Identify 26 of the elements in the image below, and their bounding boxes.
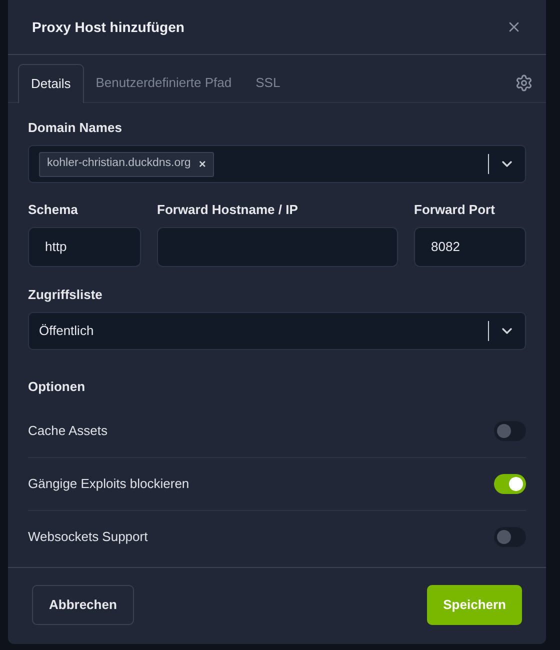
field-label: Schema bbox=[28, 202, 78, 218]
option-label: Cache Assets bbox=[28, 422, 108, 440]
option-label: Websockets Support bbox=[28, 528, 148, 546]
hostname-field[interactable] bbox=[157, 227, 398, 267]
cancel-button[interactable]: Abbrechen bbox=[32, 584, 134, 624]
field-label: Domain Names bbox=[28, 120, 122, 136]
field-label: Forward Hostname / IP bbox=[157, 202, 298, 218]
schema-field[interactable]: http bbox=[28, 227, 141, 267]
port-field[interactable]: 8082 bbox=[414, 227, 526, 267]
option-label: Gängige Exploits blockieren bbox=[28, 474, 190, 493]
field-label: Zugriffsliste bbox=[28, 287, 102, 303]
select-field[interactable]: Öffentlich bbox=[28, 312, 526, 350]
tab[interactable]: Details bbox=[18, 64, 84, 103]
toggle-switch[interactable] bbox=[494, 474, 526, 494]
dialog-title: Proxy Host hinzufügen bbox=[32, 18, 184, 37]
toggle-switch[interactable] bbox=[494, 527, 526, 547]
tab[interactable]: SSL bbox=[244, 63, 292, 102]
tab[interactable]: Benutzerdefinierte Pfad bbox=[84, 63, 244, 102]
remove-tag-button[interactable]: × bbox=[198, 155, 206, 173]
section-heading: Optionen bbox=[28, 378, 86, 396]
select-value: Öffentlich bbox=[39, 322, 94, 340]
field-label: Forward Port bbox=[414, 202, 495, 218]
domain-tag: kohler-christian.duckdns.org × bbox=[39, 152, 214, 176]
toggle-switch[interactable] bbox=[494, 420, 526, 440]
settings-icon[interactable] bbox=[515, 74, 533, 92]
select-field[interactable]: kohler-christian.duckdns.org × bbox=[28, 145, 526, 183]
